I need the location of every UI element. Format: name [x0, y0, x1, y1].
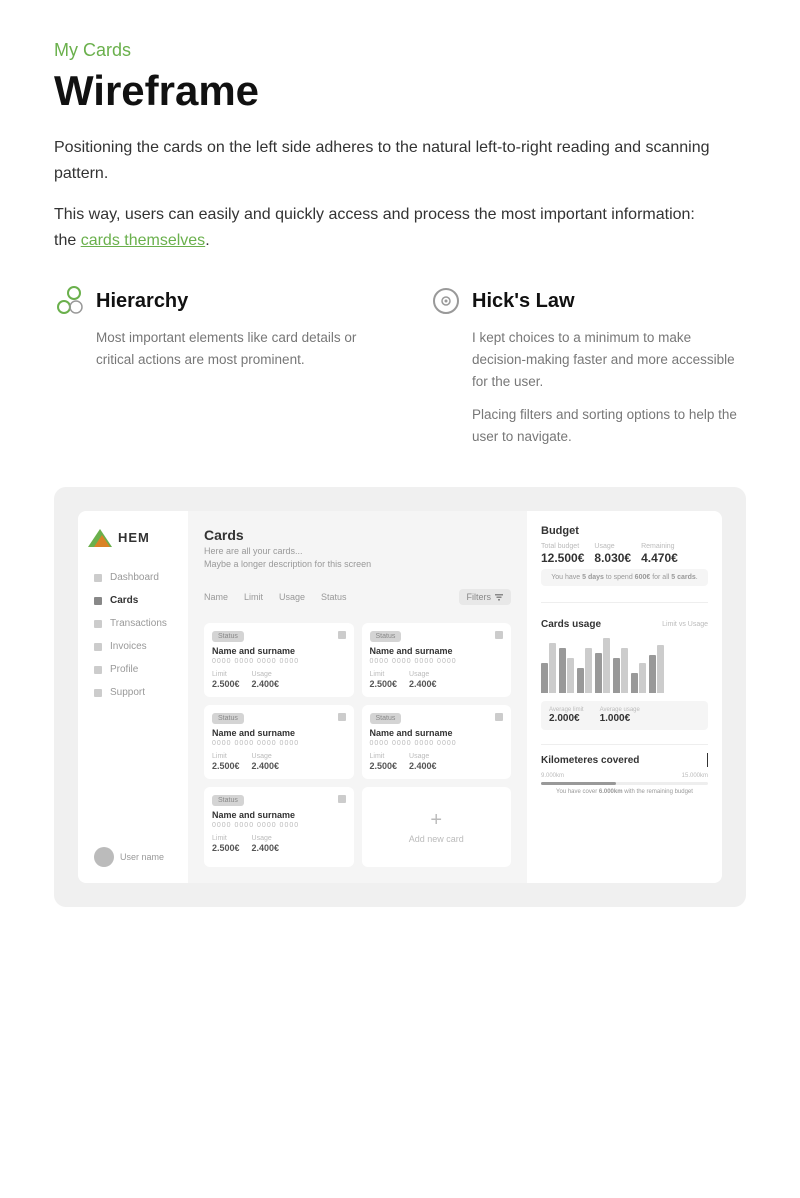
bar-dark-4: [595, 653, 602, 693]
bar-dark-6: [631, 673, 638, 693]
hierarchy-title: Hierarchy: [96, 290, 188, 313]
card-status-4: Status: [370, 713, 402, 724]
km-range-labels: 9.000km 15.000km: [541, 773, 708, 779]
bar-dark-7: [649, 655, 656, 693]
card-status-2: Status: [370, 631, 402, 642]
logo-text: HEM: [118, 530, 150, 545]
invoices-icon: [94, 643, 102, 651]
description-2: This way, users can easily and quickly a…: [54, 202, 714, 253]
sidebar-item-dashboard[interactable]: Dashboard: [88, 567, 178, 588]
hicks-law-desc-2: Placing filters and sorting options to h…: [472, 404, 746, 447]
principle-hicks-header: Hick's Law: [430, 285, 746, 317]
principles-section: Hierarchy Most important elements like c…: [54, 285, 746, 447]
card-dot-4: [495, 713, 503, 721]
sidebar-item-invoices[interactable]: Invoices: [88, 636, 178, 657]
bar-light-7: [657, 645, 664, 693]
principle-hierarchy-header: Hierarchy: [54, 285, 370, 317]
cards-usage-section: Cards usage Limit vs Usage: [541, 619, 708, 730]
logo-icon: [88, 527, 112, 547]
mock-card-1[interactable]: Status Name and surname 0000 0000 0000 0…: [204, 623, 354, 697]
mock-card-5[interactable]: Status Name and surname 0000 0000 0000 0…: [204, 787, 354, 867]
card-dot-1: [338, 631, 346, 639]
filters-button[interactable]: Filters: [459, 589, 512, 605]
hicks-law-icon: [430, 285, 462, 317]
mock-logo: HEM: [88, 527, 178, 547]
bar-dark-2: [559, 648, 566, 693]
card-dot-3: [338, 713, 346, 721]
cards-icon: [94, 597, 102, 605]
description-1: Positioning the cards on the left side a…: [54, 135, 714, 186]
mock-sidebar: HEM Dashboard Cards Transactions Invoice…: [78, 511, 188, 882]
page-header: My Cards Wireframe Positioning the cards…: [54, 40, 746, 253]
km-header: Kilometeres covered: [541, 753, 708, 767]
bar-light-4: [603, 638, 610, 693]
mock-card-3[interactable]: Status Name and surname 0000 0000 0000 0…: [204, 705, 354, 779]
card-dot-2: [495, 631, 503, 639]
cards-usage-header: Cards usage Limit vs Usage: [541, 619, 708, 630]
km-progress-fill: [541, 782, 616, 785]
mock-card-2[interactable]: Status Name and surname 0000 0000 0000 0…: [362, 623, 512, 697]
bar-light-2: [567, 658, 574, 693]
bar-dark-3: [577, 668, 584, 693]
km-section: Kilometeres covered 9.000km 15.000km You…: [541, 744, 708, 795]
budget-note: You have 5 days to spend 600€ for all 5 …: [541, 569, 708, 586]
transactions-icon: [94, 620, 102, 628]
section-label: My Cards: [54, 40, 746, 61]
mock-card-4[interactable]: Status Name and surname 0000 0000 0000 0…: [362, 705, 512, 779]
mock-budget-panel: Budget Total budget 12.500€ Usage 8.030€…: [527, 511, 722, 882]
hicks-law-desc-1: I kept choices to a minimum to make deci…: [472, 327, 746, 392]
card-status-5: Status: [212, 795, 244, 806]
principle-hierarchy: Hierarchy Most important elements like c…: [54, 285, 370, 447]
sidebar-item-transactions[interactable]: Transactions: [88, 613, 178, 634]
cards-link[interactable]: cards themselves: [81, 232, 206, 249]
bar-dark-5: [613, 658, 620, 693]
km-note: You have cover 6.000km with the remainin…: [541, 789, 708, 795]
card-status-3: Status: [212, 713, 244, 724]
dashboard-icon: [94, 574, 102, 582]
mockup-container: HEM Dashboard Cards Transactions Invoice…: [54, 487, 746, 906]
mock-cards-header: Cards Here are all your cards... Maybe a…: [204, 527, 511, 570]
km-progress-track: [541, 782, 708, 785]
budget-totals-row: Total budget 12.500€ Usage 8.030€ Remain…: [541, 543, 708, 565]
hierarchy-desc: Most important elements like card detail…: [96, 327, 370, 370]
km-divider: [707, 753, 708, 767]
mock-cards-grid: Status Name and surname 0000 0000 0000 0…: [204, 623, 511, 867]
add-card-label: Add new card: [409, 834, 464, 844]
support-icon: [94, 689, 102, 697]
sidebar-item-profile[interactable]: Profile: [88, 659, 178, 680]
bar-chart: [541, 638, 708, 693]
profile-icon: [94, 666, 102, 674]
mock-main-area: Cards Here are all your cards... Maybe a…: [188, 511, 527, 882]
username-label: User name: [120, 852, 164, 862]
mock-table-header: Name Limit Usage Status Filters: [204, 589, 511, 605]
sidebar-item-cards[interactable]: Cards: [88, 590, 178, 611]
add-card-button[interactable]: + Add new card: [362, 787, 512, 867]
bar-light-5: [621, 648, 628, 693]
card-status-1: Status: [212, 631, 244, 642]
bar-light-3: [585, 648, 592, 693]
hicks-law-title: Hick's Law: [472, 290, 575, 313]
bar-light-1: [549, 643, 556, 693]
sidebar-item-support[interactable]: Support: [88, 682, 178, 703]
filter-icon: [495, 593, 503, 601]
page-title: Wireframe: [54, 67, 746, 115]
avatar: [94, 847, 114, 867]
principle-hicks-law: Hick's Law I kept choices to a minimum t…: [430, 285, 746, 447]
add-card-icon: +: [430, 810, 442, 830]
budget-section: Budget Total budget 12.500€ Usage 8.030€…: [541, 525, 708, 586]
hierarchy-icon: [54, 285, 86, 317]
card-dot-5: [338, 795, 346, 803]
chart-stats: Average limit 2.000€ Average usage 1.000…: [541, 701, 708, 730]
mock-user: User name: [88, 827, 178, 867]
bar-light-6: [639, 663, 646, 693]
bar-dark-1: [541, 663, 548, 693]
